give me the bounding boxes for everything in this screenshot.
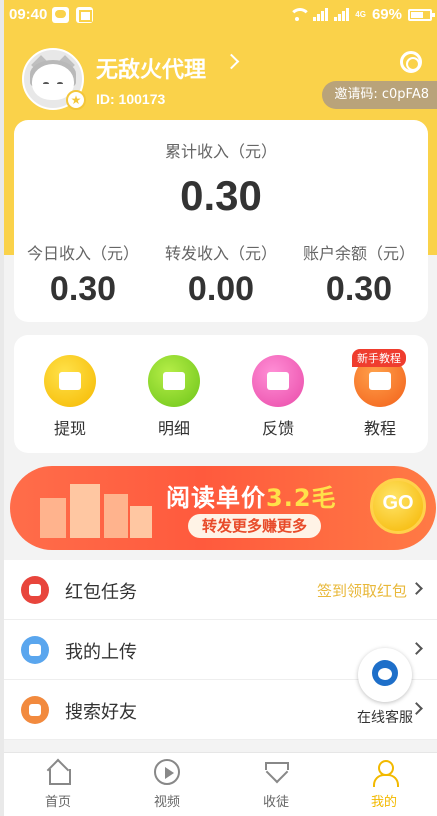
new-user-tutorial-badge: 新手教程 — [352, 349, 406, 367]
tab-label: 收徒 — [262, 795, 289, 810]
today-income-value: 0.30 — [49, 270, 117, 308]
person-icon — [21, 696, 49, 724]
income-card: 累计收入（元） 0.30 今日收入（元） 0.30 转发收入（元） 0.00 账… — [14, 120, 428, 322]
banner-title: 阅读单价3.2毛 — [166, 478, 337, 513]
avatar-eye-right — [57, 82, 63, 85]
battery-percent: 69% — [371, 6, 402, 23]
today-income[interactable]: 今日收入（元） 0.30 — [14, 240, 152, 309]
status-right: 4G 69% — [287, 6, 435, 23]
customer-service-button[interactable]: 在线客服 — [352, 648, 418, 727]
account-balance-label: 账户余额（元） — [302, 244, 415, 263]
banner-subtitle: 转发更多赚更多 — [188, 514, 322, 538]
tab-me[interactable]: 我的 — [344, 759, 424, 810]
diamond-icon — [263, 759, 289, 785]
feedback-button[interactable]: 反馈 — [243, 355, 313, 439]
signal-4g-icon — [334, 8, 350, 21]
tab-apprentice[interactable]: 收徒 — [236, 759, 316, 810]
promo-banner[interactable]: 阅读单价3.2毛 转发更多赚更多 GO — [10, 466, 436, 550]
network-type: 4G — [355, 9, 366, 19]
checkin-hint: 签到领取红包 — [316, 582, 407, 600]
wifi-icon — [287, 7, 312, 22]
today-income-label: 今日收入（元） — [26, 244, 139, 263]
battery-icon — [408, 8, 435, 21]
forward-income-label: 转发收入（元） — [164, 244, 277, 263]
headset-icon — [358, 648, 412, 702]
list-item-label: 搜索好友 — [65, 702, 137, 723]
vip-star-icon: ★ — [66, 90, 86, 110]
tutorial-label: 教程 — [363, 419, 396, 438]
calendar-yen-icon — [148, 355, 200, 407]
details-button[interactable]: 明细 — [139, 355, 209, 439]
account-balance[interactable]: 账户余额（元） 0.30 — [290, 240, 428, 309]
feedback-label: 反馈 — [261, 419, 294, 438]
message-icon — [252, 355, 304, 407]
tab-video[interactable]: 视频 — [127, 759, 207, 810]
avatar-eye-left — [43, 82, 49, 85]
tutorial-button[interactable]: 教程 — [345, 355, 415, 439]
tab-label: 首页 — [44, 795, 71, 810]
banner-title-text: 阅读单价 — [166, 484, 266, 512]
user-id: ID: 100173 — [96, 91, 166, 107]
settings-gear-icon[interactable] — [400, 51, 422, 73]
app-screen: 09:40 4G 69% ★ 无敌火代理 ID: 100173 邀请码: c0p… — [4, 0, 437, 816]
signal-icon — [313, 8, 329, 21]
total-income-value: 0.30 — [180, 172, 262, 219]
details-label: 明细 — [157, 419, 190, 438]
person-icon — [371, 759, 399, 787]
forward-income-value: 0.00 — [187, 270, 255, 308]
withdraw-label: 提现 — [53, 419, 86, 438]
customer-service-label: 在线客服 — [357, 710, 413, 726]
list-item-label: 我的上传 — [65, 642, 137, 663]
banner-title-price: 3.2毛 — [266, 484, 337, 512]
total-income-label: 累计收入（元） — [164, 142, 277, 161]
wallet-icon — [44, 355, 96, 407]
chevron-right-icon — [410, 582, 423, 595]
red-envelope-icon — [21, 576, 49, 604]
home-icon — [45, 759, 71, 785]
invite-code[interactable]: 邀请码: c0pFA8 — [322, 81, 437, 109]
cloud-upload-icon — [21, 636, 49, 664]
status-bar: 09:40 4G 69% — [4, 0, 437, 30]
wechat-icon — [52, 7, 69, 23]
scan-icon — [76, 7, 93, 23]
go-button[interactable]: GO — [370, 478, 426, 534]
tab-label: 视频 — [153, 795, 180, 810]
tab-home[interactable]: 首页 — [18, 759, 98, 810]
bottom-tab-bar: 首页 视频 收徒 我的 — [4, 752, 437, 816]
user-name[interactable]: 无敌火代理 — [96, 52, 206, 84]
forward-income[interactable]: 转发收入（元） 0.00 — [152, 240, 290, 309]
account-balance-value: 0.30 — [325, 270, 393, 308]
tab-label: 我的 — [370, 795, 397, 810]
withdraw-button[interactable]: 提现 — [35, 355, 105, 439]
quick-actions: 提现 明细 反馈 教程 新手教程 — [14, 335, 428, 453]
status-time: 09:40 — [9, 6, 48, 23]
play-icon — [154, 759, 180, 785]
list-item-red-envelope[interactable]: 红包任务 签到领取红包 — [4, 560, 437, 620]
buildings-illustration — [30, 476, 160, 544]
list-item-label: 红包任务 — [65, 582, 137, 603]
